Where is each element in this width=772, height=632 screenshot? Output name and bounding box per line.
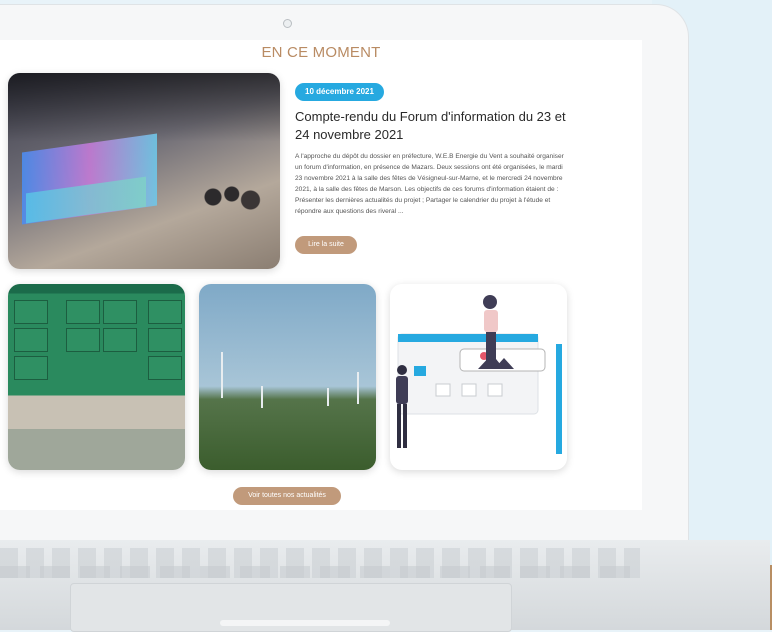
- forum-photo: [8, 73, 280, 269]
- wind-turbine: [327, 388, 329, 406]
- mailbox-door: [14, 328, 48, 352]
- article-excerpt: A l'approche du dépôt du dossier en préf…: [295, 153, 564, 215]
- mailbox-door: [14, 300, 48, 324]
- mailbox-door: [103, 328, 137, 352]
- mailbox-door: [14, 356, 48, 380]
- people-group: [198, 173, 273, 233]
- mailbox-door: [66, 300, 100, 324]
- featured-post-image[interactable]: [8, 73, 280, 269]
- all-news-button[interactable]: Voir toutes nos actualités: [233, 487, 341, 505]
- mailbox-door: [103, 300, 137, 324]
- news-card-illustration[interactable]: [390, 284, 567, 470]
- mailboxes-photo: [8, 284, 185, 470]
- section-title: EN CE MOMENT: [261, 44, 381, 61]
- article-title[interactable]: Compte-rendu du Forum d'information du 2…: [295, 108, 575, 144]
- wind-turbine: [261, 386, 263, 408]
- illustration: [396, 295, 562, 454]
- mailbox-door: [66, 328, 100, 352]
- laptop-notch: [220, 620, 390, 626]
- camera-icon: [283, 19, 292, 28]
- wind-turbine: [221, 352, 223, 398]
- windfarm-photo: [199, 284, 376, 470]
- laptop-screen: EN CE MOMENT 10 décembre 2021 Compte-ren…: [0, 40, 642, 510]
- news-card-windfarm[interactable]: [199, 284, 376, 470]
- mailbox-door: [148, 328, 182, 352]
- read-more-button[interactable]: Lire la suite: [295, 236, 357, 254]
- keyboard-row: [0, 566, 640, 578]
- date-badge: 10 décembre 2021: [295, 83, 384, 101]
- mailbox-door: [148, 356, 182, 380]
- mailbox-door: [148, 300, 182, 324]
- news-card-mailboxes[interactable]: [8, 284, 185, 470]
- wind-turbine: [357, 372, 359, 404]
